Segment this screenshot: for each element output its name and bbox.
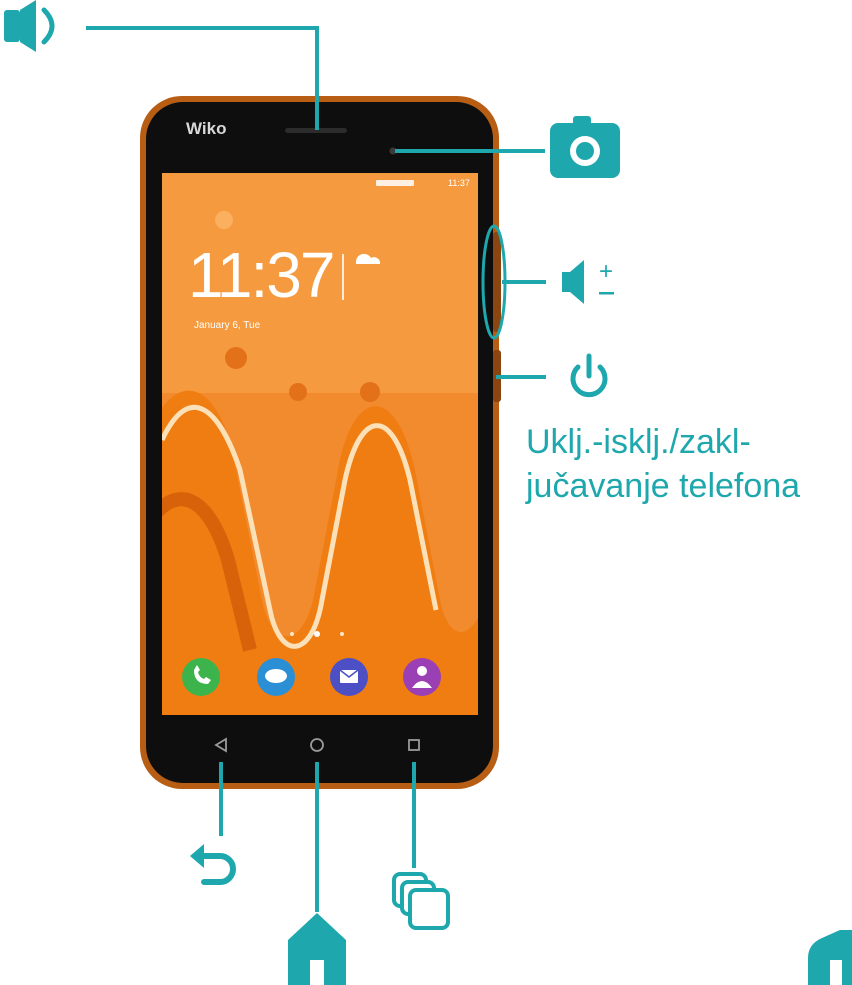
back-arrow-icon (197, 853, 236, 885)
lockscreen-date: January 6, Tue (194, 320, 261, 331)
camera-icon (550, 116, 620, 178)
volume-rocker (493, 232, 501, 332)
power-button-caption: Uklj.-isklj./zakl- jučavanje telefona (526, 420, 852, 508)
power-caption-line2: jučavanje telefona (526, 467, 801, 505)
svg-text:+: + (599, 258, 613, 285)
status-bar-time: 11:37 (448, 178, 470, 188)
phone-brand-logo: Wiko (186, 119, 227, 138)
power-icon (570, 353, 608, 398)
home-icon (288, 913, 346, 985)
volume-icon: + (562, 258, 614, 304)
recent-apps-icon (392, 872, 450, 930)
lockscreen-clock: 11:37 (188, 239, 335, 311)
phone-app-icon (182, 658, 220, 696)
back-arrow-head (190, 844, 204, 868)
contacts-app-icon (403, 658, 441, 696)
speaker-icon (4, 0, 55, 52)
phone (140, 96, 501, 789)
power-caption-line1: Uklj.-isklj./zakl- (526, 423, 751, 461)
page-corner-home-door (830, 960, 842, 985)
